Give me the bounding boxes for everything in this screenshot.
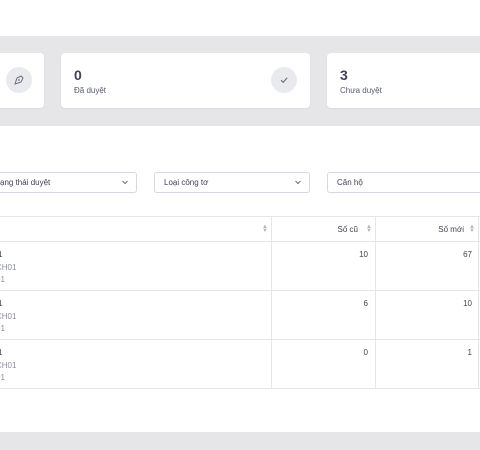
readings-table: ▲▼ Số cũ ▲▼ Số mới ▲▼ 1 CH01 01 10 67 1 … <box>0 216 480 389</box>
old-reading-value: 0 <box>363 348 368 357</box>
status-filter-value: ạng thái duyệt <box>0 178 51 187</box>
column-header-old-reading[interactable]: Số cũ <box>338 225 358 234</box>
approved-label: Đã duyệt <box>74 86 107 95</box>
row-tertiary-text: 01 <box>0 275 5 284</box>
row-primary-text: 1 <box>0 348 3 357</box>
stat-card-partial <box>0 53 44 108</box>
meter-type-filter-value: Loại công tơ <box>164 178 209 187</box>
new-reading-value: 1 <box>467 348 472 357</box>
sort-icon[interactable]: ▲ ▼ <box>262 224 268 234</box>
approved-count: 0 <box>74 67 82 83</box>
table-row[interactable]: 1 CH01 01 0 1 <box>0 340 480 389</box>
chevron-down-icon <box>293 177 303 189</box>
sort-icon[interactable]: ▲ ▼ <box>469 224 475 234</box>
row-secondary-text: CH01 <box>0 263 17 272</box>
table-row[interactable]: 1 CH01 01 10 67 <box>0 242 480 291</box>
row-tertiary-text: 01 <box>0 324 5 333</box>
sort-icon[interactable]: ▲ ▼ <box>366 224 372 234</box>
chevron-down-icon <box>120 177 130 189</box>
pending-count: 3 <box>340 67 348 83</box>
pen-tool-icon <box>6 67 32 93</box>
table-row[interactable]: 1 CH01 01 6 10 <box>0 291 480 340</box>
pending-label: Chưa duyệt <box>340 86 382 95</box>
status-filter-select[interactable]: ạng thái duyệt <box>0 172 137 193</box>
row-tertiary-text: 01 <box>0 373 5 382</box>
main-panel: ạng thái duyệt Loại công tơ Căn hộ ▲ ▼ Số… <box>0 126 480 432</box>
new-reading-value: 67 <box>463 250 472 259</box>
row-secondary-text: CH01 <box>0 312 17 321</box>
check-icon <box>271 67 297 93</box>
table-header-row: ▲ ▼ Số cũ ▲ ▼ Số mới ▲ ▼ <box>0 217 480 242</box>
stat-card-pending: 3 Chưa duyệt <box>327 53 480 108</box>
row-primary-text: 1 <box>0 299 3 308</box>
column-header-new-reading[interactable]: Số mới <box>438 225 464 234</box>
old-reading-value: 10 <box>359 250 368 259</box>
meter-type-filter-select[interactable]: Loại công tơ <box>154 172 310 193</box>
apartment-filter-select[interactable]: Căn hộ <box>327 172 480 193</box>
top-bar <box>0 0 480 36</box>
row-secondary-text: CH01 <box>0 361 17 370</box>
row-primary-text: 1 <box>0 250 3 259</box>
new-reading-value: 10 <box>463 299 472 308</box>
stat-card-approved: 0 Đã duyệt <box>61 53 310 108</box>
old-reading-value: 6 <box>363 299 368 308</box>
apartment-filter-value: Căn hộ <box>337 178 363 187</box>
